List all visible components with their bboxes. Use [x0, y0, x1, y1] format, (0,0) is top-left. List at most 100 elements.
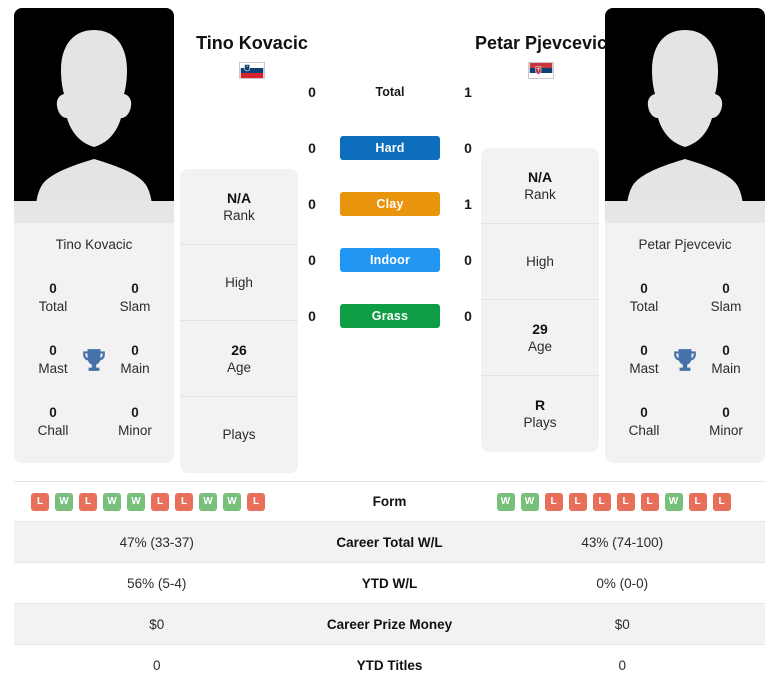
titles-row: 0 Total 0 Slam	[14, 267, 174, 329]
table-row-career-prize: $0 Career Prize Money $0	[14, 603, 765, 644]
form-badge-win: W	[199, 492, 217, 511]
surface-badge-clay[interactable]: Clay	[340, 192, 440, 216]
surface-badge-hard[interactable]: Hard	[340, 136, 440, 160]
info-rank-right: N/A Rank	[481, 148, 599, 224]
row-label-ytd-wl: YTD W/L	[361, 575, 418, 591]
row-label-career-wl: Career Total W/L	[336, 534, 443, 550]
h2h-row-grass: 0 Grass 0	[299, 288, 481, 344]
ytd-titles-right: 0	[618, 657, 626, 673]
serbia-flag-icon	[528, 62, 554, 80]
player-comparison-page: Tino Kovacic 0 Total 0 Slam 0 Mast 0 Mai…	[0, 0, 779, 699]
photo-base	[605, 201, 765, 223]
trophy-icon	[674, 349, 696, 372]
player-info-panel-left: N/A Rank High 26 Age Plays	[180, 169, 298, 473]
titles-row: 0 Chall 0 Minor	[14, 391, 174, 453]
photo-base	[14, 201, 174, 223]
career-wl-right: 43% (74-100)	[581, 534, 664, 550]
titles-chall-left: 0 Chall	[37, 404, 69, 439]
form-badge-loss: L	[688, 492, 707, 511]
info-age-left: 26 Age	[180, 321, 298, 397]
form-badge-loss: L	[175, 492, 193, 511]
stats-comparison-table: LWLWWLLWWL Form WWLLLLLWLL 47% (33-37) C…	[14, 481, 765, 685]
h2h-clay-right-score: 1	[464, 196, 472, 212]
ytd-titles-left: 0	[152, 657, 161, 673]
player-name-left[interactable]: Tino Kovacic	[152, 32, 352, 55]
titles-minor-right: 0 Minor	[709, 404, 743, 439]
titles-minor-left: 0 Minor	[118, 404, 152, 439]
form-badge-loss: L	[592, 492, 611, 511]
h2h-clay-badge-wrap: Clay	[338, 192, 442, 216]
titles-grid-left: 0 Total 0 Slam 0 Mast 0 Main 0 Chall 0 M…	[14, 263, 174, 453]
titles-total-left: 0 Total	[38, 280, 68, 315]
form-badge-win: W	[520, 492, 539, 511]
info-rank-left: N/A Rank	[180, 169, 298, 245]
trophy-icon	[83, 349, 105, 372]
titles-slam-left: 0 Slam	[119, 280, 151, 315]
avatar-silhouette-icon	[626, 30, 744, 223]
form-badge-win: W	[223, 492, 241, 511]
form-badge-win: W	[55, 492, 73, 511]
titles-grid-right: 0 Total 0 Slam 0 Mast 0 Main 0 Chall 0 M…	[605, 263, 765, 453]
h2h-hard-badge-wrap: Hard	[338, 136, 442, 160]
titles-mast-right: 0 Mast	[629, 342, 659, 377]
career-wl-left: 47% (33-37)	[119, 534, 194, 550]
h2h-indoor-right-score: 0	[464, 252, 472, 268]
comparison-header: Tino Kovacic 0 Total 0 Slam 0 Mast 0 Mai…	[0, 0, 779, 478]
ytd-wl-right: 0% (0-0)	[596, 575, 649, 591]
form-badge-loss: L	[544, 492, 563, 511]
form-badge-win: W	[664, 492, 683, 511]
career-prize-right: $0	[614, 616, 630, 632]
titles-main-right: 0 Main	[711, 342, 741, 377]
career-prize-left: $0	[149, 616, 165, 632]
player-name-right[interactable]: Petar Pjevcevic	[441, 32, 641, 55]
h2h-hard-right-score: 0	[464, 140, 472, 156]
h2h-indoor-left-score: 0	[308, 252, 316, 268]
form-badge-loss: L	[247, 492, 265, 511]
info-plays-left: Plays	[222, 427, 256, 443]
form-badge-win: W	[127, 492, 145, 511]
form-badge-win: W	[496, 492, 515, 511]
player-card-left[interactable]: Tino Kovacic 0 Total 0 Slam 0 Mast 0 Mai…	[14, 8, 174, 463]
h2h-total-label-wrap: Total	[338, 83, 442, 101]
titles-total-right: 0 Total	[629, 280, 659, 315]
form-badge-loss: L	[151, 492, 169, 511]
h2h-indoor-badge-wrap: Indoor	[338, 248, 442, 272]
form-badge-loss: L	[31, 492, 49, 511]
info-high-right: High	[481, 224, 599, 300]
surface-badge-indoor[interactable]: Indoor	[340, 248, 440, 272]
row-label-ytd-titles: YTD Titles	[356, 657, 423, 673]
table-row-ytd-wl: 56% (5-4) YTD W/L 0% (0-0)	[14, 562, 765, 603]
h2h-total-left-score: 0	[308, 84, 316, 100]
form-badge-win: W	[103, 492, 121, 511]
h2h-grass-badge-wrap: Grass	[338, 304, 442, 328]
h2h-total-label: Total	[375, 85, 405, 99]
titles-mast-left: 0 Mast	[38, 342, 68, 377]
titles-slam-right: 0 Slam	[710, 280, 742, 315]
h2h-row-hard: 0 Hard 0	[299, 120, 481, 176]
h2h-grass-left-score: 0	[308, 308, 316, 324]
titles-main-left: 0 Main	[120, 342, 150, 377]
h2h-total-right-score: 1	[464, 84, 472, 100]
form-badge-loss: L	[712, 492, 731, 511]
surface-badge-grass[interactable]: Grass	[340, 304, 440, 328]
form-badge-loss: L	[79, 492, 97, 511]
head-to-head: 0 Total 1 0 Hard 0 0 Clay 1 0 Indoor 0 0…	[299, 64, 481, 344]
info-high-left: High	[180, 245, 298, 321]
player-photo-left	[14, 8, 174, 223]
ytd-wl-left: 56% (5-4)	[127, 575, 187, 591]
player-info-panel-right: N/A Rank High 29 Age R Plays	[481, 148, 599, 452]
avatar-silhouette-icon	[35, 30, 153, 223]
titles-chall-right: 0 Chall	[628, 404, 660, 439]
table-row-form: LWLWWLLWWL Form WWLLLLLWLL	[14, 481, 765, 521]
titles-row: 0 Mast 0 Main	[605, 329, 765, 391]
form-cell-right: WWLLLLLWLL	[480, 492, 766, 511]
player-card-name-right: Petar Pjevcevic	[638, 237, 732, 252]
table-row-career-wl: 47% (33-37) Career Total W/L 43% (74-100…	[14, 521, 765, 562]
info-plays-right: R Plays	[523, 397, 557, 431]
table-row-ytd-titles: 0 YTD Titles 0	[14, 644, 765, 685]
info-age-right: 29 Age	[481, 300, 599, 376]
h2h-row-total: 0 Total 1	[299, 64, 481, 120]
titles-row: 0 Total 0 Slam	[605, 267, 765, 329]
slovenia-flag-icon	[239, 62, 265, 80]
form-badges-right: WWLLLLLWLL	[496, 492, 731, 511]
